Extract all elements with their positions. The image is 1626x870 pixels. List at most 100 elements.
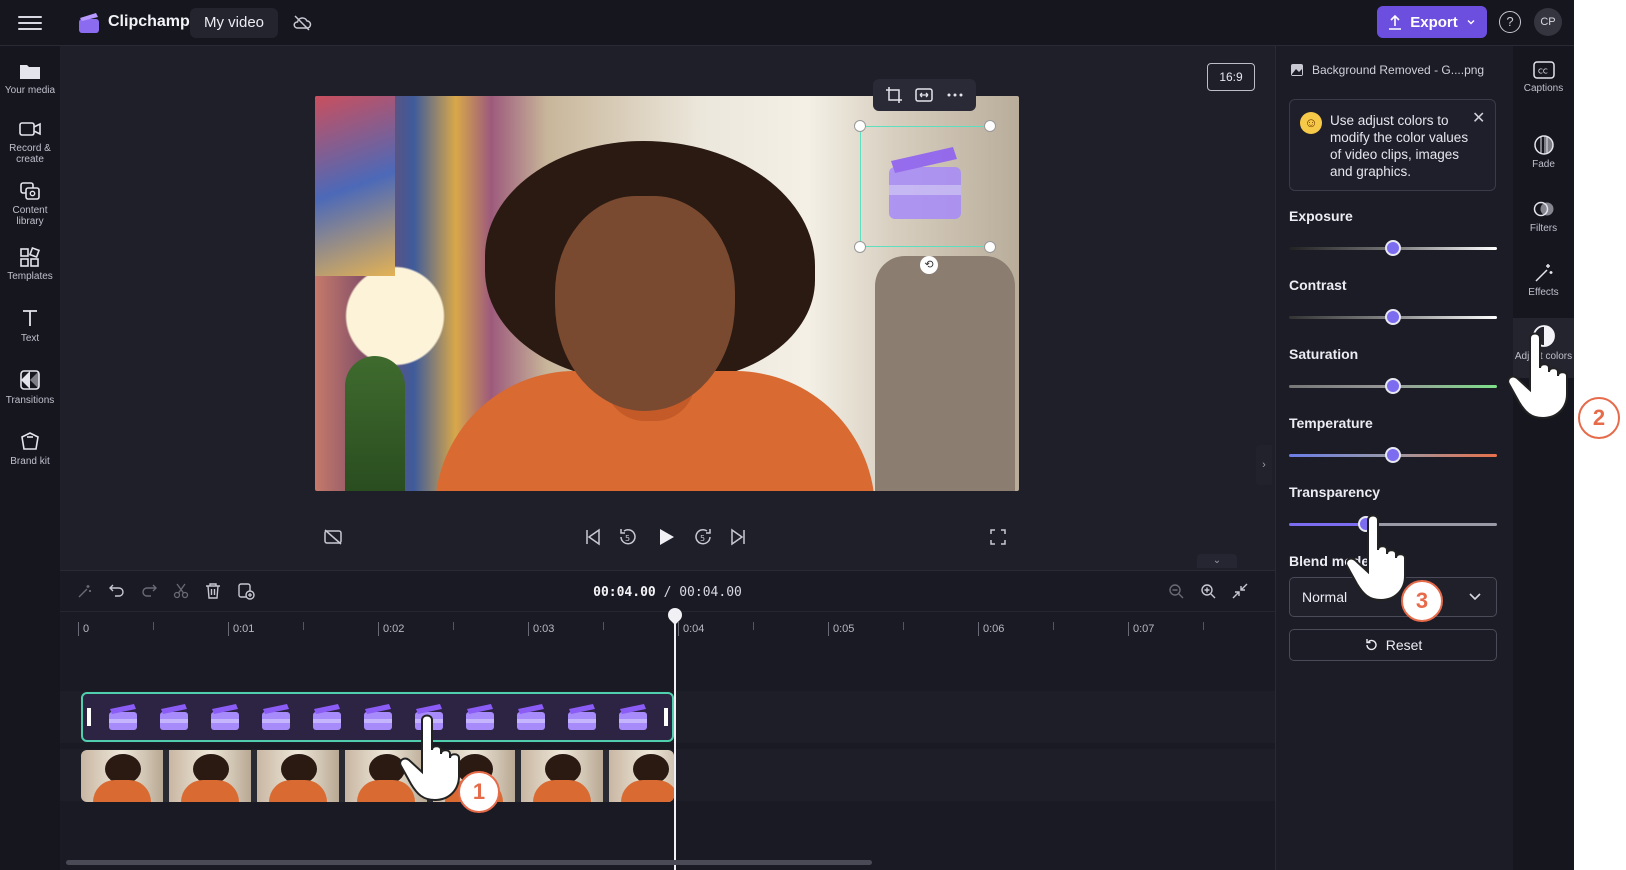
fullscreen-icon[interactable] bbox=[989, 528, 1007, 546]
video-thumbnail bbox=[521, 750, 603, 802]
chevron-down-icon bbox=[1467, 20, 1475, 25]
sidebar-item-text[interactable]: Text bbox=[0, 306, 60, 344]
crop-icon[interactable] bbox=[885, 86, 903, 104]
transitions-icon bbox=[20, 370, 40, 390]
playhead[interactable] bbox=[674, 612, 676, 870]
hamburger-menu-icon[interactable] bbox=[18, 12, 42, 34]
fit-icon[interactable] bbox=[914, 86, 934, 104]
step-badge-1: 1 bbox=[458, 771, 500, 813]
clapperboard-thumbnail-icon bbox=[312, 704, 341, 730]
top-bar: Clipchamp My video Export ? CP bbox=[0, 0, 1574, 46]
clip-trim-handle-left[interactable] bbox=[87, 708, 91, 726]
graphic-clip[interactable] bbox=[81, 692, 674, 742]
resize-handle-bottom-left[interactable] bbox=[854, 241, 866, 253]
tool-filters[interactable]: Filters bbox=[1513, 198, 1574, 234]
skip-to-start-icon[interactable] bbox=[583, 528, 603, 546]
sidebar-item-brand-kit[interactable]: Brand kit bbox=[0, 429, 60, 467]
forward-5s-icon[interactable]: 5 bbox=[692, 526, 714, 548]
slider-knob-temperature[interactable] bbox=[1385, 447, 1401, 463]
captions-icon: CC bbox=[1532, 61, 1555, 79]
svg-text:CC: CC bbox=[1538, 68, 1548, 76]
ruler-minor-tick bbox=[903, 622, 904, 630]
ruler-minor-tick bbox=[153, 622, 154, 630]
adjust-colors-tip: ☺ Use adjust colors to modify the color … bbox=[1289, 99, 1496, 191]
selected-file-name: Background Removed - G....png bbox=[1290, 63, 1484, 77]
ruler-tick-label: 0:02 bbox=[378, 622, 404, 636]
video-name-field[interactable]: My video bbox=[190, 8, 279, 38]
background-chair bbox=[875, 256, 1015, 491]
smiley-emoji-icon: ☺ bbox=[1300, 112, 1322, 134]
slider-label-transparency: Transparency bbox=[1289, 484, 1381, 500]
ruler-minor-tick bbox=[753, 622, 754, 630]
sidebar-item-templates[interactable]: Templates bbox=[0, 246, 60, 282]
clapperboard-thumbnail-icon bbox=[516, 704, 545, 730]
resize-handle-top-right[interactable] bbox=[984, 120, 996, 132]
reset-button[interactable]: Reset bbox=[1289, 629, 1497, 661]
sidebar-item-transitions[interactable]: Transitions bbox=[0, 368, 60, 406]
pointing-hand-cursor-icon bbox=[1508, 332, 1568, 420]
ruler-tick-label: 0:06 bbox=[978, 622, 1004, 636]
cloud-sync-off-icon[interactable] bbox=[292, 13, 312, 33]
text-icon bbox=[23, 310, 37, 326]
brand-name: Clipchamp bbox=[108, 13, 190, 30]
ruler-tick-label: 0:03 bbox=[528, 622, 554, 636]
slider-knob-exposure[interactable] bbox=[1385, 240, 1401, 256]
total-time: 00:04.00 bbox=[679, 585, 742, 600]
resize-handle-top-left[interactable] bbox=[854, 120, 866, 132]
folder-icon bbox=[20, 65, 40, 79]
close-icon[interactable]: ✕ bbox=[1472, 108, 1485, 128]
sidebar-item-your-media[interactable]: Your media bbox=[0, 60, 60, 96]
slider-knob-contrast[interactable] bbox=[1385, 309, 1401, 325]
timeline-horizontal-scrollbar[interactable] bbox=[66, 860, 872, 865]
rewind-5s-icon[interactable]: 5 bbox=[617, 526, 639, 548]
sidebar-item-record-create[interactable]: Record & create bbox=[0, 118, 60, 165]
fit-timeline-icon[interactable] bbox=[1232, 583, 1248, 599]
clapperboard-thumbnail-icon bbox=[210, 704, 239, 730]
more-options-icon[interactable] bbox=[946, 86, 964, 104]
video-clip[interactable] bbox=[81, 750, 674, 802]
tool-effects[interactable]: Effects bbox=[1513, 262, 1574, 298]
effects-wand-icon bbox=[1534, 264, 1552, 282]
slider-label-contrast: Contrast bbox=[1289, 277, 1347, 293]
time-separator: / bbox=[655, 585, 680, 600]
slider-label-exposure: Exposure bbox=[1289, 208, 1353, 224]
ruler-minor-tick bbox=[1203, 622, 1204, 630]
ruler-tick-label: 0:05 bbox=[828, 622, 854, 636]
reset-label: Reset bbox=[1385, 637, 1423, 653]
clip-trim-handle-right[interactable] bbox=[664, 708, 668, 726]
selected-graphic-bounding-box[interactable] bbox=[860, 126, 990, 247]
clipchamp-app: Clipchamp My video Export ? CP Your medi… bbox=[0, 0, 1574, 870]
rotate-handle-icon[interactable]: ⟲ bbox=[920, 256, 938, 274]
aspect-ratio-button[interactable]: 16:9 bbox=[1207, 63, 1255, 91]
hide-preview-icon[interactable] bbox=[323, 528, 343, 546]
slider-label-temperature: Temperature bbox=[1289, 415, 1373, 431]
brand-kit-icon bbox=[21, 432, 39, 450]
blend-mode-value: Normal bbox=[1302, 589, 1348, 605]
collapse-timeline-chevron-icon[interactable]: ⌄ bbox=[1197, 554, 1237, 568]
upload-icon bbox=[1389, 14, 1402, 30]
timeline-toolbar: 00:04.00 / 00:04.00 bbox=[60, 571, 1275, 611]
tool-captions[interactable]: CC Captions bbox=[1513, 60, 1574, 94]
clapperboard-thumbnail-icon bbox=[363, 704, 392, 730]
zoom-in-icon[interactable] bbox=[1200, 583, 1216, 599]
video-thumbnail bbox=[81, 750, 163, 802]
play-icon[interactable] bbox=[655, 526, 677, 548]
plant bbox=[345, 356, 405, 491]
clapperboard-graphic-icon bbox=[889, 147, 961, 219]
collapse-right-panel-chevron-icon[interactable]: › bbox=[1256, 445, 1272, 485]
sidebar-item-content-library[interactable]: Content library bbox=[0, 180, 60, 227]
slider-knob-saturation[interactable] bbox=[1385, 378, 1401, 394]
ruler-tick-label: 0:01 bbox=[228, 622, 254, 636]
filters-icon bbox=[1533, 201, 1553, 217]
step-badge-2: 2 bbox=[1578, 397, 1620, 439]
resize-handle-bottom-right[interactable] bbox=[984, 241, 996, 253]
clapperboard-thumbnail-icon bbox=[567, 704, 596, 730]
help-icon[interactable]: ? bbox=[1499, 11, 1521, 33]
chevron-down-icon bbox=[1469, 593, 1481, 601]
export-button[interactable]: Export bbox=[1377, 6, 1487, 38]
zoom-out-icon[interactable] bbox=[1168, 583, 1184, 599]
skip-to-end-icon[interactable] bbox=[728, 528, 748, 546]
left-sidebar: Your media Record & create Content libra… bbox=[0, 46, 60, 870]
tool-fade[interactable]: Fade bbox=[1513, 134, 1574, 170]
user-avatar[interactable]: CP bbox=[1534, 8, 1562, 36]
